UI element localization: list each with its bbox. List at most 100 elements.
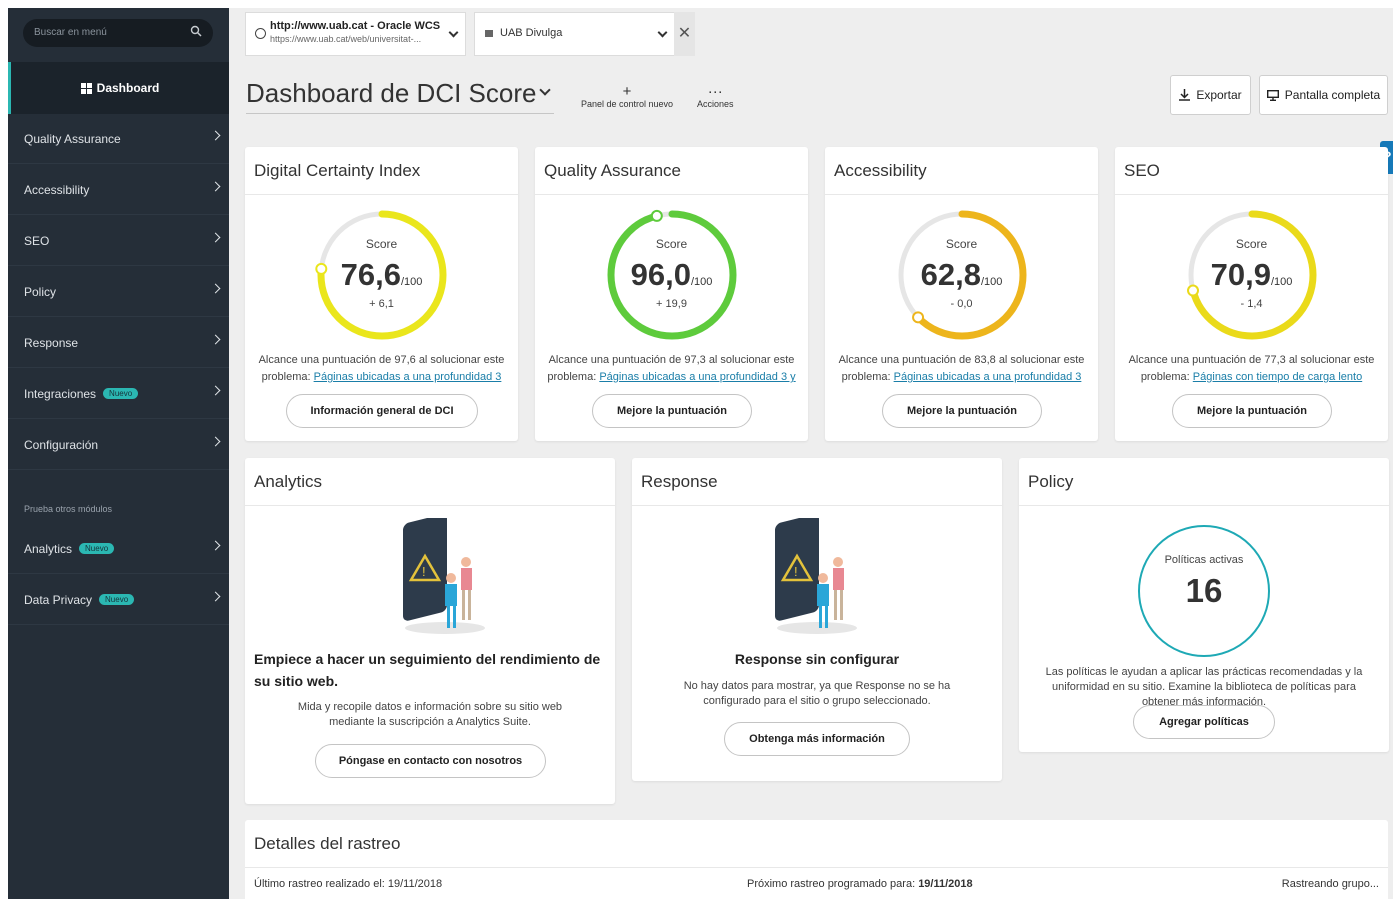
score-value: 76,6/100 xyxy=(245,257,518,293)
issue-link[interactable]: Páginas ubicadas a una profundidad 3 y xyxy=(599,371,795,383)
improve-score-button[interactable]: Mejore la puntuación xyxy=(592,394,752,428)
sidebar-item-label: Policy xyxy=(24,284,57,299)
sidebar-item-quality-assurance[interactable]: Quality Assurance xyxy=(8,114,229,164)
chevron-right-icon xyxy=(210,232,221,243)
add-policies-button[interactable]: Agregar políticas xyxy=(1133,705,1275,739)
score-number: 76,6 xyxy=(340,257,401,292)
learn-more-button[interactable]: Obtenga más información xyxy=(724,722,910,756)
issue-link[interactable]: Páginas con tiempo de carga lento xyxy=(1193,371,1362,383)
score-delta: + 19,9 xyxy=(656,298,687,310)
card-title: Digital Certainty Index xyxy=(245,147,518,195)
dashboard-icon xyxy=(80,82,92,94)
sidebar-item-label: Accessibility xyxy=(24,182,90,197)
sidebar-item-configuracion[interactable]: Configuración xyxy=(8,420,229,470)
fullscreen-label: Pantalla completa xyxy=(1284,88,1381,102)
improve-score-button[interactable]: Mejore la puntuación xyxy=(882,394,1042,428)
svg-text:!: ! xyxy=(794,564,798,579)
sidebar-item-integraciones[interactable]: Integraciones Nuevo xyxy=(8,369,229,419)
export-button[interactable]: Exportar xyxy=(1170,75,1251,115)
last-crawl: Último rastreo realizado el: 19/11/2018 xyxy=(254,878,443,890)
contact-us-button[interactable]: Póngase en contacto con nosotros xyxy=(315,744,546,778)
chevron-down-icon[interactable] xyxy=(539,84,551,96)
improve-score-button[interactable]: Mejore la puntuación xyxy=(1172,394,1332,428)
analytics-card: Analytics ! Empiece a hacer un seguimien… xyxy=(245,458,615,804)
clear-group-button[interactable]: ✕ xyxy=(674,12,695,56)
sidebar-item-response[interactable]: Response xyxy=(8,318,229,368)
svg-text:!: ! xyxy=(422,564,426,579)
card-title: Accessibility xyxy=(825,147,1098,195)
sidebar-item-label: Response xyxy=(24,335,79,350)
crawl-details-card: Detalles del rastreo Último rastreo real… xyxy=(245,820,1388,899)
search-icon[interactable] xyxy=(190,25,202,37)
card-description: Alcance una puntuación de 97,6 al soluci… xyxy=(249,352,514,386)
menu-search-input[interactable]: Buscar en menú xyxy=(23,19,213,47)
card-title: Response xyxy=(632,458,1002,506)
sidebar-item-label: Configuración xyxy=(24,437,99,452)
card-description: Alcance una puntuación de 77,3 al soluci… xyxy=(1119,352,1384,386)
score-number: 96,0 xyxy=(630,257,691,292)
sidebar-item-label: Dashboard xyxy=(96,81,160,95)
sidebar-item-analytics[interactable]: Analytics Nuevo xyxy=(8,524,229,574)
group-name: UAB Divulga xyxy=(500,27,563,39)
score-denominator: /100 xyxy=(400,276,423,288)
issue-link[interactable]: Páginas ubicadas a una profundidad 3 xyxy=(314,371,502,383)
score-label: Score xyxy=(655,237,688,251)
new-panel-button[interactable]: + Panel de control nuevo xyxy=(581,84,674,109)
sidebar-item-accessibility[interactable]: Accessibility xyxy=(8,165,229,215)
chevron-right-icon xyxy=(210,334,221,345)
sidebar-item-label: Quality Assurance xyxy=(24,131,121,146)
sidebar-item-data-privacy[interactable]: Data Privacy Nuevo xyxy=(8,575,229,625)
new-badge: Nuevo xyxy=(79,543,115,554)
warning-device-illustration: ! xyxy=(403,518,485,634)
warning-device-illustration: ! xyxy=(775,518,857,634)
chevron-down-icon xyxy=(657,27,668,38)
chevron-right-icon xyxy=(210,283,221,294)
sidebar-item-dashboard[interactable]: Dashboard xyxy=(8,62,229,114)
fullscreen-button[interactable]: Pantalla completa xyxy=(1259,75,1388,115)
actions-button[interactable]: ··· Acciones xyxy=(697,83,734,109)
response-card: Response ! Response sin configurar No ha… xyxy=(632,458,1002,781)
analytics-heading: Empiece a hacer un seguimiento del rendi… xyxy=(254,651,601,689)
card-description: Alcance una puntuación de 83,8 al soluci… xyxy=(829,352,1094,386)
score-number: 70,9 xyxy=(1210,257,1271,292)
score-delta: - 0,0 xyxy=(950,298,973,310)
score-value: 96,0/100 xyxy=(535,257,808,293)
chevron-right-icon xyxy=(210,385,221,396)
score-value: 70,9/100 xyxy=(1115,257,1388,293)
sidebar-item-label: Analytics xyxy=(24,541,73,556)
site-url: https://www.uab.cat/web/universitat-... xyxy=(270,34,422,44)
sidebar: Buscar en menú Dashboard Quality Assuran… xyxy=(8,8,229,899)
page-title[interactable]: Dashboard de DCI Score xyxy=(246,78,536,109)
score-delta: - 1,4 xyxy=(1240,298,1263,310)
issue-link[interactable]: Páginas ubicadas a una profundidad 3 xyxy=(894,371,1082,383)
chevron-right-icon xyxy=(210,591,221,602)
response-heading: Response sin configurar xyxy=(734,651,900,667)
score-denominator: /100 xyxy=(980,276,1003,288)
group-selector[interactable]: UAB Divulga xyxy=(474,12,695,56)
next-crawl: Próximo rastreo programado para: 19/11/2… xyxy=(747,878,973,890)
sidebar-item-policy[interactable]: Policy xyxy=(8,267,229,317)
more-icon: ··· xyxy=(707,83,723,100)
policy-text: Las políticas le ayudan a aplicar las pr… xyxy=(1045,666,1363,708)
card-title: Policy xyxy=(1019,458,1389,506)
new-panel-label: Panel de control nuevo xyxy=(581,99,674,109)
score-label: Score xyxy=(945,237,978,251)
sidebar-item-seo[interactable]: SEO xyxy=(8,216,229,266)
site-selector[interactable]: http://www.uab.cat - Oracle WCS https://… xyxy=(245,12,466,56)
menu-search-placeholder: Buscar en menú xyxy=(34,27,107,38)
active-policies-circle: Políticas activas 16 xyxy=(1138,525,1270,657)
card-description: Alcance una puntuación de 97,3 al soluci… xyxy=(539,352,804,386)
score-card: Quality Assurance Score 96,0/100 + 19,9 … xyxy=(535,147,808,441)
monitor-icon xyxy=(1266,89,1279,101)
dci-overview-button[interactable]: Información general de DCI xyxy=(286,394,478,428)
response-text: No hay datos para mostrar, ya que Respon… xyxy=(683,680,951,707)
sidebar-section-label: Prueba otros módulos xyxy=(24,504,113,514)
actions-label: Acciones xyxy=(697,99,734,109)
next-crawl-date: 19/11/2018 xyxy=(918,878,973,890)
score-denominator: /100 xyxy=(690,276,713,288)
card-title: Analytics xyxy=(245,458,615,506)
chevron-right-icon xyxy=(210,540,221,551)
score-label: Score xyxy=(1235,237,1268,251)
title-underline xyxy=(246,113,554,114)
chevron-right-icon xyxy=(210,436,221,447)
